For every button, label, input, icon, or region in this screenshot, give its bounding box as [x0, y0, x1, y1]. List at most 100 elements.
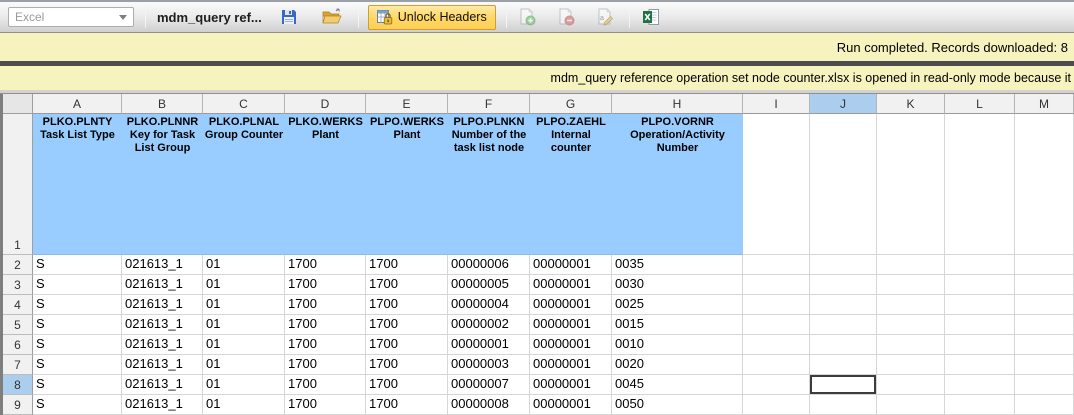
data-cell-E2[interactable]: 1700 [366, 255, 448, 275]
data-cell-D8[interactable]: 1700 [285, 375, 366, 395]
data-cell-H4[interactable]: 0025 [612, 295, 743, 315]
empty-cell-J9[interactable] [810, 395, 877, 415]
empty-cell-M1[interactable] [1015, 114, 1074, 255]
data-cell-B5[interactable]: 021613_1 [122, 315, 203, 335]
column-header-B[interactable]: B [122, 94, 203, 114]
row-header-6[interactable]: 6 [3, 335, 33, 355]
data-cell-B7[interactable]: 021613_1 [122, 355, 203, 375]
empty-cell-I1[interactable] [743, 114, 810, 255]
data-cell-B6[interactable]: 021613_1 [122, 335, 203, 355]
add-record-button[interactable] [514, 5, 540, 29]
data-cell-C2[interactable]: 01 [203, 255, 285, 275]
empty-cell-I7[interactable] [743, 355, 810, 375]
empty-cell-L6[interactable] [945, 335, 1015, 355]
row-header-1[interactable]: 1 [3, 114, 33, 255]
empty-cell-K5[interactable] [877, 315, 945, 335]
data-cell-H7[interactable]: 0020 [612, 355, 743, 375]
data-cell-C6[interactable]: 01 [203, 335, 285, 355]
data-cell-H8[interactable]: 0045 [612, 375, 743, 395]
column-header-E[interactable]: E [366, 94, 448, 114]
field-header-cell-D[interactable]: PLKO.WERKS Plant [285, 114, 366, 255]
empty-cell-L1[interactable] [945, 114, 1015, 255]
row-header-7[interactable]: 7 [3, 355, 33, 375]
data-cell-B4[interactable]: 021613_1 [122, 295, 203, 315]
format-combobox[interactable]: Excel [8, 7, 134, 27]
field-header-cell-B[interactable]: PLKO.PLNNR Key for Task List Group [122, 114, 203, 255]
data-cell-C7[interactable]: 01 [203, 355, 285, 375]
field-header-cell-F[interactable]: PLPO.PLNKN Number of the task list node [448, 114, 530, 255]
empty-cell-M5[interactable] [1015, 315, 1074, 335]
empty-cell-M9[interactable] [1015, 395, 1074, 415]
column-header-C[interactable]: C [203, 94, 285, 114]
empty-cell-I9[interactable] [743, 395, 810, 415]
data-cell-A3[interactable]: S [33, 275, 122, 295]
empty-cell-L5[interactable] [945, 315, 1015, 335]
row-header-8[interactable]: 8 [3, 375, 33, 395]
data-cell-H6[interactable]: 0010 [612, 335, 743, 355]
data-cell-B3[interactable]: 021613_1 [122, 275, 203, 295]
empty-cell-J4[interactable] [810, 295, 877, 315]
data-cell-E5[interactable]: 1700 [366, 315, 448, 335]
delete-record-button[interactable] [553, 5, 579, 29]
data-cell-A4[interactable]: S [33, 295, 122, 315]
data-cell-F4[interactable]: 00000004 [448, 295, 530, 315]
field-header-cell-H[interactable]: PLPO.VORNR Operation/Activity Number [612, 114, 743, 255]
empty-cell-M7[interactable] [1015, 355, 1074, 375]
empty-cell-I8[interactable] [743, 375, 810, 395]
empty-cell-K8[interactable] [877, 375, 945, 395]
empty-cell-J2[interactable] [810, 255, 877, 275]
row-header-3[interactable]: 3 [3, 275, 33, 295]
data-cell-D3[interactable]: 1700 [285, 275, 366, 295]
data-cell-D7[interactable]: 1700 [285, 355, 366, 375]
empty-cell-L3[interactable] [945, 275, 1015, 295]
column-header-H[interactable]: H [612, 94, 743, 114]
data-cell-C4[interactable]: 01 [203, 295, 285, 315]
empty-cell-M3[interactable] [1015, 275, 1074, 295]
data-cell-B9[interactable]: 021613_1 [122, 395, 203, 415]
empty-cell-K6[interactable] [877, 335, 945, 355]
empty-cell-L2[interactable] [945, 255, 1015, 275]
empty-cell-I2[interactable] [743, 255, 810, 275]
data-cell-H2[interactable]: 0035 [612, 255, 743, 275]
data-cell-D5[interactable]: 1700 [285, 315, 366, 335]
column-header-G[interactable]: G [530, 94, 612, 114]
data-cell-F9[interactable]: 00000008 [448, 395, 530, 415]
field-header-cell-C[interactable]: PLKO.PLNAL Group Counter [203, 114, 285, 255]
data-cell-B8[interactable]: 021613_1 [122, 375, 203, 395]
empty-cell-L7[interactable] [945, 355, 1015, 375]
empty-cell-M4[interactable] [1015, 295, 1074, 315]
empty-cell-M2[interactable] [1015, 255, 1074, 275]
row-header-4[interactable]: 4 [3, 295, 33, 315]
field-header-cell-E[interactable]: PLPO.WERKS Plant [366, 114, 448, 255]
field-header-cell-A[interactable]: PLKO.PLNTY Task List Type [33, 114, 122, 255]
data-cell-A6[interactable]: S [33, 335, 122, 355]
data-cell-E6[interactable]: 1700 [366, 335, 448, 355]
data-cell-H9[interactable]: 0050 [612, 395, 743, 415]
empty-cell-I4[interactable] [743, 295, 810, 315]
empty-cell-K4[interactable] [877, 295, 945, 315]
empty-cell-L4[interactable] [945, 295, 1015, 315]
empty-cell-J7[interactable] [810, 355, 877, 375]
empty-cell-K2[interactable] [877, 255, 945, 275]
data-cell-G8[interactable]: 00000001 [530, 375, 612, 395]
data-cell-B2[interactable]: 021613_1 [122, 255, 203, 275]
data-cell-F8[interactable]: 00000007 [448, 375, 530, 395]
empty-cell-L9[interactable] [945, 395, 1015, 415]
column-header-F[interactable]: F [448, 94, 530, 114]
data-cell-F3[interactable]: 00000005 [448, 275, 530, 295]
data-cell-D4[interactable]: 1700 [285, 295, 366, 315]
unlock-headers-button[interactable]: Unlock Headers [368, 5, 496, 30]
row-header-5[interactable]: 5 [3, 315, 33, 335]
data-cell-G3[interactable]: 00000001 [530, 275, 612, 295]
data-cell-E9[interactable]: 1700 [366, 395, 448, 415]
empty-cell-K9[interactable] [877, 395, 945, 415]
data-cell-A8[interactable]: S [33, 375, 122, 395]
empty-cell-J6[interactable] [810, 335, 877, 355]
data-cell-C5[interactable]: 01 [203, 315, 285, 335]
column-header-D[interactable]: D [285, 94, 366, 114]
empty-cell-I5[interactable] [743, 315, 810, 335]
empty-cell-M8[interactable] [1015, 375, 1074, 395]
column-header-M[interactable]: M [1015, 94, 1074, 114]
data-cell-E7[interactable]: 1700 [366, 355, 448, 375]
row-header-9[interactable]: 9 [3, 395, 33, 415]
